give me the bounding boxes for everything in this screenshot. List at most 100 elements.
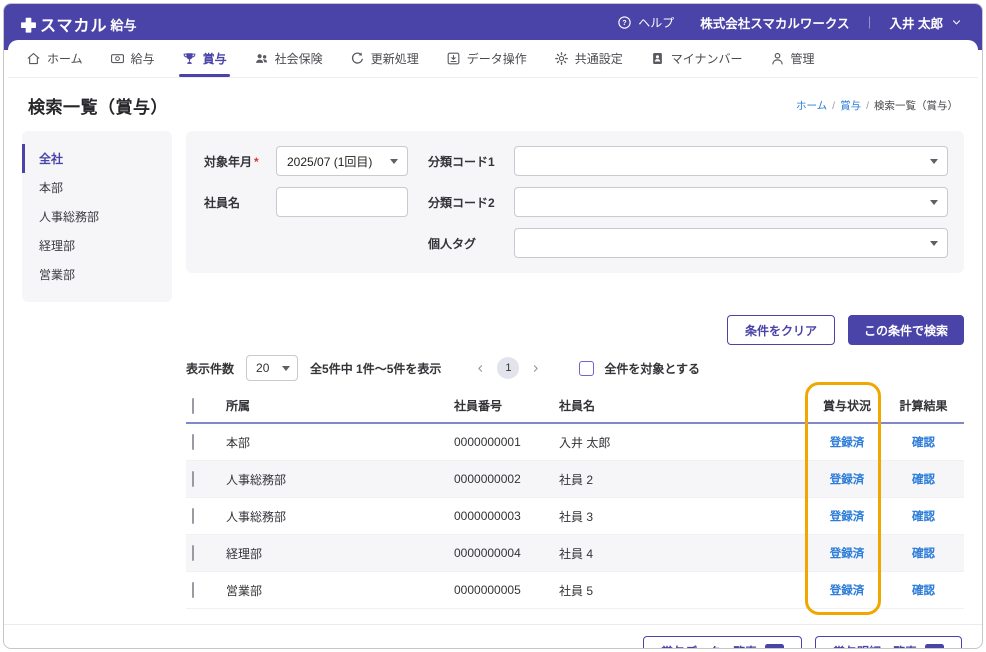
sidebar-item-sales[interactable]: 営業部 <box>22 260 172 289</box>
page-size-select[interactable]: 20 <box>246 355 299 381</box>
prev-page-button[interactable] <box>467 363 494 374</box>
cell-emp-no: 0000000005 <box>454 583 521 597</box>
category-code1-select[interactable] <box>514 146 948 176</box>
bonus-status-link[interactable]: 登録済 <box>830 437 865 449</box>
bonus-status-link[interactable]: 登録済 <box>830 474 865 486</box>
person-icon <box>771 52 783 65</box>
row-checkbox[interactable] <box>192 508 194 524</box>
nav-tab-home[interactable]: ホーム <box>26 40 83 77</box>
app-window: スマカル 給与 ? ヘルプ 株式会社スマカルワークス ｜ 入井 太郎 ホーム 給… <box>3 3 983 649</box>
banknote-icon <box>110 54 124 64</box>
pdf-icon: PDF <box>925 644 944 648</box>
nav-tab-update-process[interactable]: 更新処理 <box>350 40 419 77</box>
nav-tab-my-number[interactable]: マイナンバー <box>650 40 743 77</box>
nav-tab-salary[interactable]: 給与 <box>110 40 155 77</box>
table-row: 経理部 0000000004 社員 4 登録済 確認 <box>186 535 964 572</box>
cell-dept: 経理部 <box>226 546 263 561</box>
cell-name: 社員 3 <box>559 509 594 524</box>
header-checkbox[interactable] <box>192 397 194 414</box>
page-size-value: 20 <box>256 361 270 375</box>
target-month-select[interactable]: 2025/07 (1回目) <box>276 146 408 176</box>
user-name: 入井 太郎 <box>889 17 943 31</box>
nav-tab-social-insurance[interactable]: 社会保険 <box>254 40 323 77</box>
clear-conditions-button[interactable]: 条件をクリア <box>726 315 835 345</box>
chevron-right-icon <box>534 364 539 372</box>
calc-result-link[interactable]: 確認 <box>912 511 935 523</box>
cell-name: 社員 2 <box>559 472 594 487</box>
breadcrumb-home-link[interactable]: ホーム <box>796 98 827 113</box>
chevron-left-icon <box>478 364 483 372</box>
nav-tab-admin[interactable]: 管理 <box>770 40 815 77</box>
breadcrumb-section-link[interactable]: 賞与 <box>840 98 861 113</box>
row-checkbox[interactable] <box>192 434 194 450</box>
sidebar-item-headquarters[interactable]: 本部 <box>22 173 172 202</box>
page-size-label: 表示件数 <box>186 361 235 376</box>
search-filter-panel: 対象年月 * 2025/07 (1回目) 分類コード1 社員名 分類コード2 個… <box>186 131 964 273</box>
page-title: 検索一覧（賞与） <box>28 98 168 117</box>
bonus-data-report-button[interactable]: 賞与データ一覧表 PDF <box>642 636 802 649</box>
caret-down-icon <box>282 366 291 371</box>
cell-emp-no: 0000000001 <box>454 435 521 449</box>
required-mark: * <box>254 154 259 169</box>
help-button[interactable]: ? ヘルプ <box>617 14 674 31</box>
table-header-row: 所属 社員番号 社員名 賞与状況 計算結果 <box>186 389 964 424</box>
bonus-status-link[interactable]: 登録済 <box>830 585 865 597</box>
cell-dept: 人事総務部 <box>226 509 287 524</box>
category-code2-select[interactable] <box>514 187 948 217</box>
row-checkbox[interactable] <box>192 545 194 561</box>
nav-label: 賞与 <box>202 52 227 66</box>
sidebar-item-hr-general-affairs[interactable]: 人事総務部 <box>22 202 172 231</box>
select-all-checkbox[interactable] <box>579 360 595 376</box>
calc-result-link[interactable]: 確認 <box>912 437 935 449</box>
sidebar-item-accounting[interactable]: 経理部 <box>22 231 172 260</box>
nav-tab-bonus[interactable]: 賞与 <box>178 40 230 77</box>
bonus-status-link[interactable]: 登録済 <box>830 548 865 560</box>
nav-label: マイナンバー <box>670 52 743 66</box>
target-month-label: 対象年月 * <box>204 154 259 169</box>
nav-label: 社会保険 <box>274 52 323 66</box>
employee-name-input[interactable] <box>276 187 408 217</box>
trophy-icon <box>183 53 196 64</box>
bonus-data-report-label: 賞与データ一覧表 <box>661 643 757 649</box>
bonus-detail-report-label: 賞与明細一覧表 <box>833 643 917 649</box>
select-all-label: 全件を対象とする <box>604 361 701 376</box>
cell-name: 社員 4 <box>559 546 594 561</box>
next-page-button[interactable] <box>522 363 549 374</box>
cell-name: 社員 5 <box>559 583 594 598</box>
nav-tab-common-settings[interactable]: 共通設定 <box>554 40 623 77</box>
calc-result-link[interactable]: 確認 <box>912 548 935 560</box>
bonus-detail-report-button[interactable]: 賞与明細一覧表 PDF <box>814 636 962 649</box>
cell-emp-no: 0000000002 <box>454 472 521 486</box>
results-table: 所属 社員番号 社員名 賞与状況 計算結果 本部 0000000001 入井 太… <box>186 382 964 615</box>
cell-name: 入井 太郎 <box>559 435 611 450</box>
page-number-button[interactable]: 1 <box>497 357 520 379</box>
nav-label: 更新処理 <box>370 52 419 66</box>
sidebar-item-all-company[interactable]: 全社 <box>22 144 172 173</box>
caret-down-icon <box>930 200 938 205</box>
help-label: ヘルプ <box>638 16 675 30</box>
search-with-conditions-button[interactable]: この条件で検索 <box>847 315 964 345</box>
employee-name-label: 社員名 <box>204 195 241 210</box>
nav-tab-data-operations[interactable]: データ操作 <box>446 40 527 77</box>
personal-tag-select[interactable] <box>514 228 948 258</box>
row-checkbox[interactable] <box>192 582 194 598</box>
cell-emp-no: 0000000003 <box>454 509 521 523</box>
table-row: 人事総務部 0000000003 社員 3 登録済 確認 <box>186 498 964 535</box>
column-header-status: 賞与状況 <box>822 399 871 413</box>
caret-down-icon <box>390 159 398 164</box>
id-card-icon <box>652 53 662 64</box>
target-month-value: 2025/07 (1回目) <box>287 154 373 169</box>
caret-down-icon <box>930 159 938 164</box>
user-menu[interactable]: 入井 太郎 <box>890 13 962 32</box>
plus-logo-icon <box>20 16 37 33</box>
department-sidebar: 全社 本部 人事総務部 経理部 営業部 <box>22 131 172 302</box>
category-code2-label: 分類コード2 <box>428 195 495 210</box>
bonus-status-link[interactable]: 登録済 <box>830 511 865 523</box>
cell-dept: 人事総務部 <box>226 472 287 487</box>
row-checkbox[interactable] <box>192 471 194 487</box>
category-code1-label: 分類コード1 <box>428 154 495 169</box>
nav-label: ホーム <box>47 52 83 66</box>
brand-name: スマカル <box>40 18 108 35</box>
calc-result-link[interactable]: 確認 <box>912 474 935 486</box>
calc-result-link[interactable]: 確認 <box>912 585 935 597</box>
